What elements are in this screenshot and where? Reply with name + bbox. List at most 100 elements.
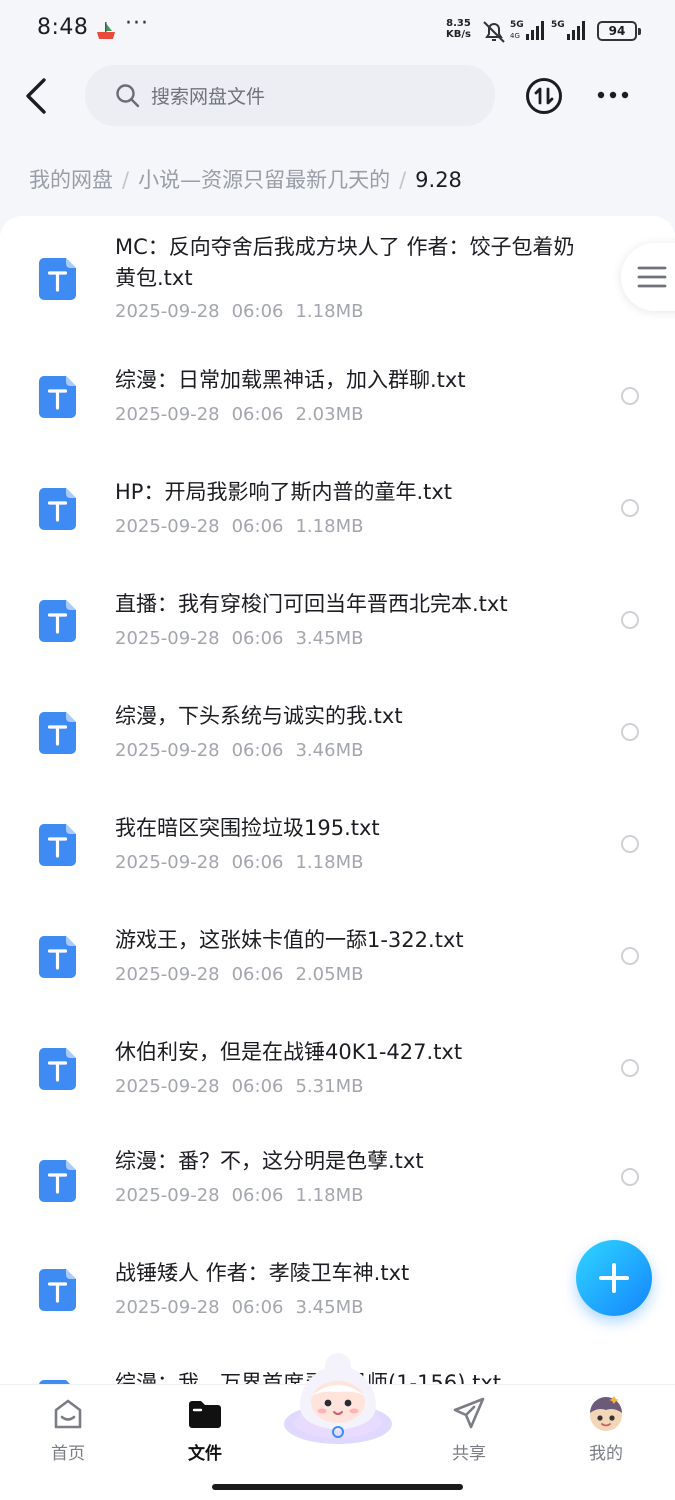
- select-checkbox[interactable]: [621, 611, 639, 629]
- file-size: 2.03MB: [295, 404, 364, 425]
- file-meta: 2025-09-28 06:06 3.45MB: [115, 1297, 375, 1318]
- text-file-icon: [39, 1269, 76, 1311]
- nav-item-home[interactable]: 首页: [23, 1393, 113, 1464]
- file-time: 06:06: [231, 1185, 284, 1206]
- file-name: 直播：我有穿梭门可回当年晋西北完本.txt: [115, 592, 508, 616]
- file-date: 2025-09-28: [115, 1185, 220, 1206]
- breadcrumb-folder[interactable]: 小说—资源只留最新几天的: [138, 168, 390, 192]
- select-checkbox[interactable]: [621, 499, 639, 517]
- add-button[interactable]: [576, 1240, 652, 1316]
- breadcrumb-root[interactable]: 我的网盘: [29, 168, 113, 192]
- select-checkbox[interactable]: [621, 947, 639, 965]
- file-row[interactable]: 休伯利安，但是在战锤40K1-427.txt 2025-09-28 06:06 5.…: [0, 1008, 675, 1120]
- nav-item-files[interactable]: 文件: [160, 1393, 250, 1464]
- file-time: 06:06: [231, 852, 284, 873]
- text-file-icon: [39, 488, 76, 530]
- file-size: 3.46MB: [295, 740, 364, 761]
- file-date: 2025-09-28: [115, 1297, 220, 1318]
- file-time: 06:06: [231, 1076, 284, 1097]
- menu-lines-icon: [637, 266, 667, 288]
- text-file-icon: [39, 824, 76, 866]
- file-date: 2025-09-28: [115, 301, 220, 322]
- svg-text:4G: 4G: [510, 32, 520, 40]
- home-icon: [54, 1399, 82, 1429]
- file-row[interactable]: 综漫：番？不，这分明是色孽.txt 2025-09-28 06:06 1.18MB: [0, 1120, 675, 1232]
- signal-5g-icon-secondary: 5G: [551, 20, 585, 40]
- file-time: 06:06: [231, 964, 284, 985]
- assistant-mascot-icon[interactable]: [280, 1350, 396, 1448]
- file-size: 2.05MB: [295, 964, 364, 985]
- status-time: 8:48: [37, 15, 89, 40]
- battery-indicator: 94: [597, 21, 641, 41]
- file-date: 2025-09-28: [115, 628, 220, 649]
- file-size: 1.18MB: [295, 516, 364, 537]
- file-time: 06:06: [231, 1297, 284, 1318]
- file-row[interactable]: 我在暗区突围捡垃圾195.txt 2025-09-28 06:06 1.18MB: [0, 784, 675, 896]
- back-button[interactable]: [20, 76, 54, 116]
- file-row[interactable]: MC：反向夺舍后我成方块人了 作者：饺子包着奶黄包.txt 2025-09-28…: [0, 216, 675, 336]
- network-speed: 8.35 KB/s: [446, 18, 471, 40]
- file-meta: 2025-09-28 06:06 3.46MB: [115, 740, 375, 761]
- select-checkbox[interactable]: [621, 723, 639, 741]
- file-meta: 2025-09-28 06:06 2.03MB: [115, 404, 375, 425]
- svg-text:5G: 5G: [510, 20, 524, 30]
- file-meta: 2025-09-28 06:06 2.05MB: [115, 964, 375, 985]
- network-speed-unit: KB/s: [446, 29, 471, 40]
- file-time: 06:06: [231, 628, 284, 649]
- home-indicator: [212, 1484, 463, 1490]
- breadcrumb-separator: /: [399, 168, 407, 192]
- file-row[interactable]: 游戏王，这张妹卡值的一舔1-322.txt 2025-09-28 06:06 2.0…: [0, 896, 675, 1008]
- text-file-icon: [39, 600, 76, 642]
- file-meta: 2025-09-28 06:06 1.18MB: [115, 516, 375, 537]
- file-time: 06:06: [231, 516, 284, 537]
- file-date: 2025-09-28: [115, 740, 220, 761]
- file-row[interactable]: HP：开局我影响了斯内普的童年.txt 2025-09-28 06:06 1.18M…: [0, 448, 675, 560]
- file-row[interactable]: 综漫，下头系统与诚实的我.txt 2025-09-28 06:06 3.46MB: [0, 672, 675, 784]
- search-icon: [116, 84, 140, 108]
- file-size: 3.45MB: [295, 1297, 364, 1318]
- breadcrumb: 我的网盘 / 小说—资源只留最新几天的 / 9.28: [29, 164, 462, 194]
- file-meta: 2025-09-28 06:06 1.18MB: [115, 852, 375, 873]
- file-size: 1.18MB: [295, 301, 364, 322]
- text-file-icon: [39, 1160, 76, 1202]
- file-meta: 2025-09-28 06:06 1.18MB: [115, 1185, 375, 1206]
- file-meta: 2025-09-28 06:06 1.18MB: [115, 301, 375, 322]
- file-date: 2025-09-28: [115, 516, 220, 537]
- file-row[interactable]: 综漫：日常加载黑神话，加入群聊.txt 2025-09-28 06:06 2.03M…: [0, 336, 675, 448]
- nav-item-share[interactable]: 共享: [424, 1393, 514, 1464]
- plus-icon: [599, 1263, 629, 1293]
- file-name: 综漫：番？不，这分明是色孽.txt: [115, 1149, 424, 1173]
- breadcrumb-separator: /: [122, 168, 130, 192]
- file-list-screen: 8:48 ··· 8.35 KB/s 5G 4G 5G 94 搜索网盘文件 我的…: [0, 0, 675, 1500]
- select-checkbox[interactable]: [621, 835, 639, 853]
- breadcrumb-current: 9.28: [415, 168, 462, 192]
- select-checkbox[interactable]: [621, 1168, 639, 1186]
- text-file-icon: [39, 712, 76, 754]
- status-more-icon: ···: [125, 11, 149, 36]
- nav-item-profile[interactable]: 我的: [561, 1393, 651, 1464]
- file-name: 休伯利安，但是在战锤40K1-427.txt: [115, 1040, 463, 1064]
- signal-5g-icon: 5G 4G: [510, 20, 544, 40]
- more-options-icon[interactable]: [596, 83, 630, 107]
- file-size: 1.18MB: [295, 1185, 364, 1206]
- transfer-list-button[interactable]: [525, 77, 563, 115]
- file-name: 我在暗区突围捡垃圾195.txt: [115, 816, 380, 840]
- file-time: 06:06: [231, 404, 284, 425]
- file-row[interactable]: 战锤矮人 作者：孝陵卫车神.txt 2025-09-28 06:06 3.45MB: [0, 1232, 675, 1344]
- file-size: 3.45MB: [295, 628, 364, 649]
- profile-avatar-icon: [590, 1396, 622, 1431]
- search-input[interactable]: 搜索网盘文件: [85, 65, 495, 126]
- select-checkbox[interactable]: [621, 387, 639, 405]
- folder-icon: [189, 1401, 221, 1428]
- select-checkbox[interactable]: [621, 1059, 639, 1077]
- muted-bell-icon: [483, 21, 505, 43]
- file-time: 06:06: [231, 740, 284, 761]
- file-date: 2025-09-28: [115, 1076, 220, 1097]
- network-speed-value: 8.35: [446, 18, 471, 29]
- file-row[interactable]: 直播：我有穿梭门可回当年晋西北完本.txt 2025-09-28 06:06 3.4…: [0, 560, 675, 672]
- nav-label: 共享: [452, 1444, 486, 1464]
- file-date: 2025-09-28: [115, 404, 220, 425]
- file-name: HP：开局我影响了斯内普的童年.txt: [115, 480, 453, 504]
- app-notification-icon: [97, 22, 115, 39]
- file-size: 1.18MB: [295, 852, 364, 873]
